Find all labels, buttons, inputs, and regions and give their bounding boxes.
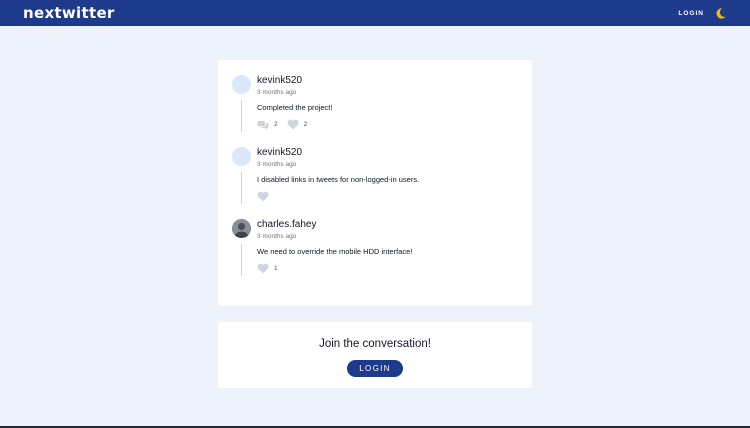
tweet-actions: [257, 191, 278, 202]
brand-logo[interactable]: nextwitter: [23, 4, 115, 22]
tweet-content: I disabled links in tweets for non-logge…: [257, 175, 420, 184]
like-action[interactable]: 2: [287, 119, 308, 130]
heart-icon: [257, 263, 269, 274]
heart-icon: [257, 191, 269, 202]
tweet-time: 3 months ago: [257, 161, 297, 168]
tweet-author[interactable]: kevink520: [257, 147, 302, 158]
heart-icon: [287, 119, 299, 130]
tweet-item[interactable]: kevink520 3 months ago Completed the pro…: [232, 75, 522, 135]
join-heading: Join the conversation!: [319, 338, 431, 350]
tweet-content: Completed the project!: [257, 103, 333, 112]
tweet-time: 3 months ago: [257, 233, 297, 240]
thread-line: [241, 172, 242, 204]
avatar[interactable]: [232, 147, 251, 166]
moon-icon[interactable]: [714, 7, 727, 20]
avatar[interactable]: [232, 219, 251, 238]
like-action[interactable]: [257, 191, 269, 202]
tweet-author[interactable]: charles.fahey: [257, 219, 316, 230]
like-action[interactable]: 1: [257, 263, 278, 274]
like-count: 1: [274, 265, 278, 272]
login-button[interactable]: LOGIN: [347, 360, 403, 377]
user-photo-icon: [232, 219, 251, 238]
comments-icon: [257, 120, 269, 129]
like-count: 2: [303, 121, 308, 128]
tweet-author[interactable]: kevink520: [257, 75, 302, 86]
tweet-actions: 2 2: [257, 119, 316, 130]
tweet-item[interactable]: charles.fahey 3 months ago We need to ov…: [232, 219, 522, 279]
nav-login-link[interactable]: LOGIN: [678, 10, 704, 17]
tweet-content: We need to override the mobile HDD inter…: [257, 247, 413, 256]
top-navbar: nextwitter LOGIN: [0, 0, 750, 26]
tweet-feed: kevink520 3 months ago Completed the pro…: [218, 60, 532, 306]
reply-count: 2: [274, 121, 278, 128]
tweet-actions: 1: [257, 263, 287, 274]
thread-line: [241, 100, 242, 132]
reply-action[interactable]: 2: [257, 120, 278, 130]
avatar[interactable]: [232, 75, 251, 94]
nav-actions: LOGIN: [678, 7, 727, 20]
tweet-item[interactable]: kevink520 3 months ago I disabled links …: [232, 147, 522, 207]
join-conversation-card: Join the conversation! LOGIN: [218, 322, 532, 388]
thread-line: [241, 244, 242, 276]
tweet-time: 3 months ago: [257, 89, 297, 96]
